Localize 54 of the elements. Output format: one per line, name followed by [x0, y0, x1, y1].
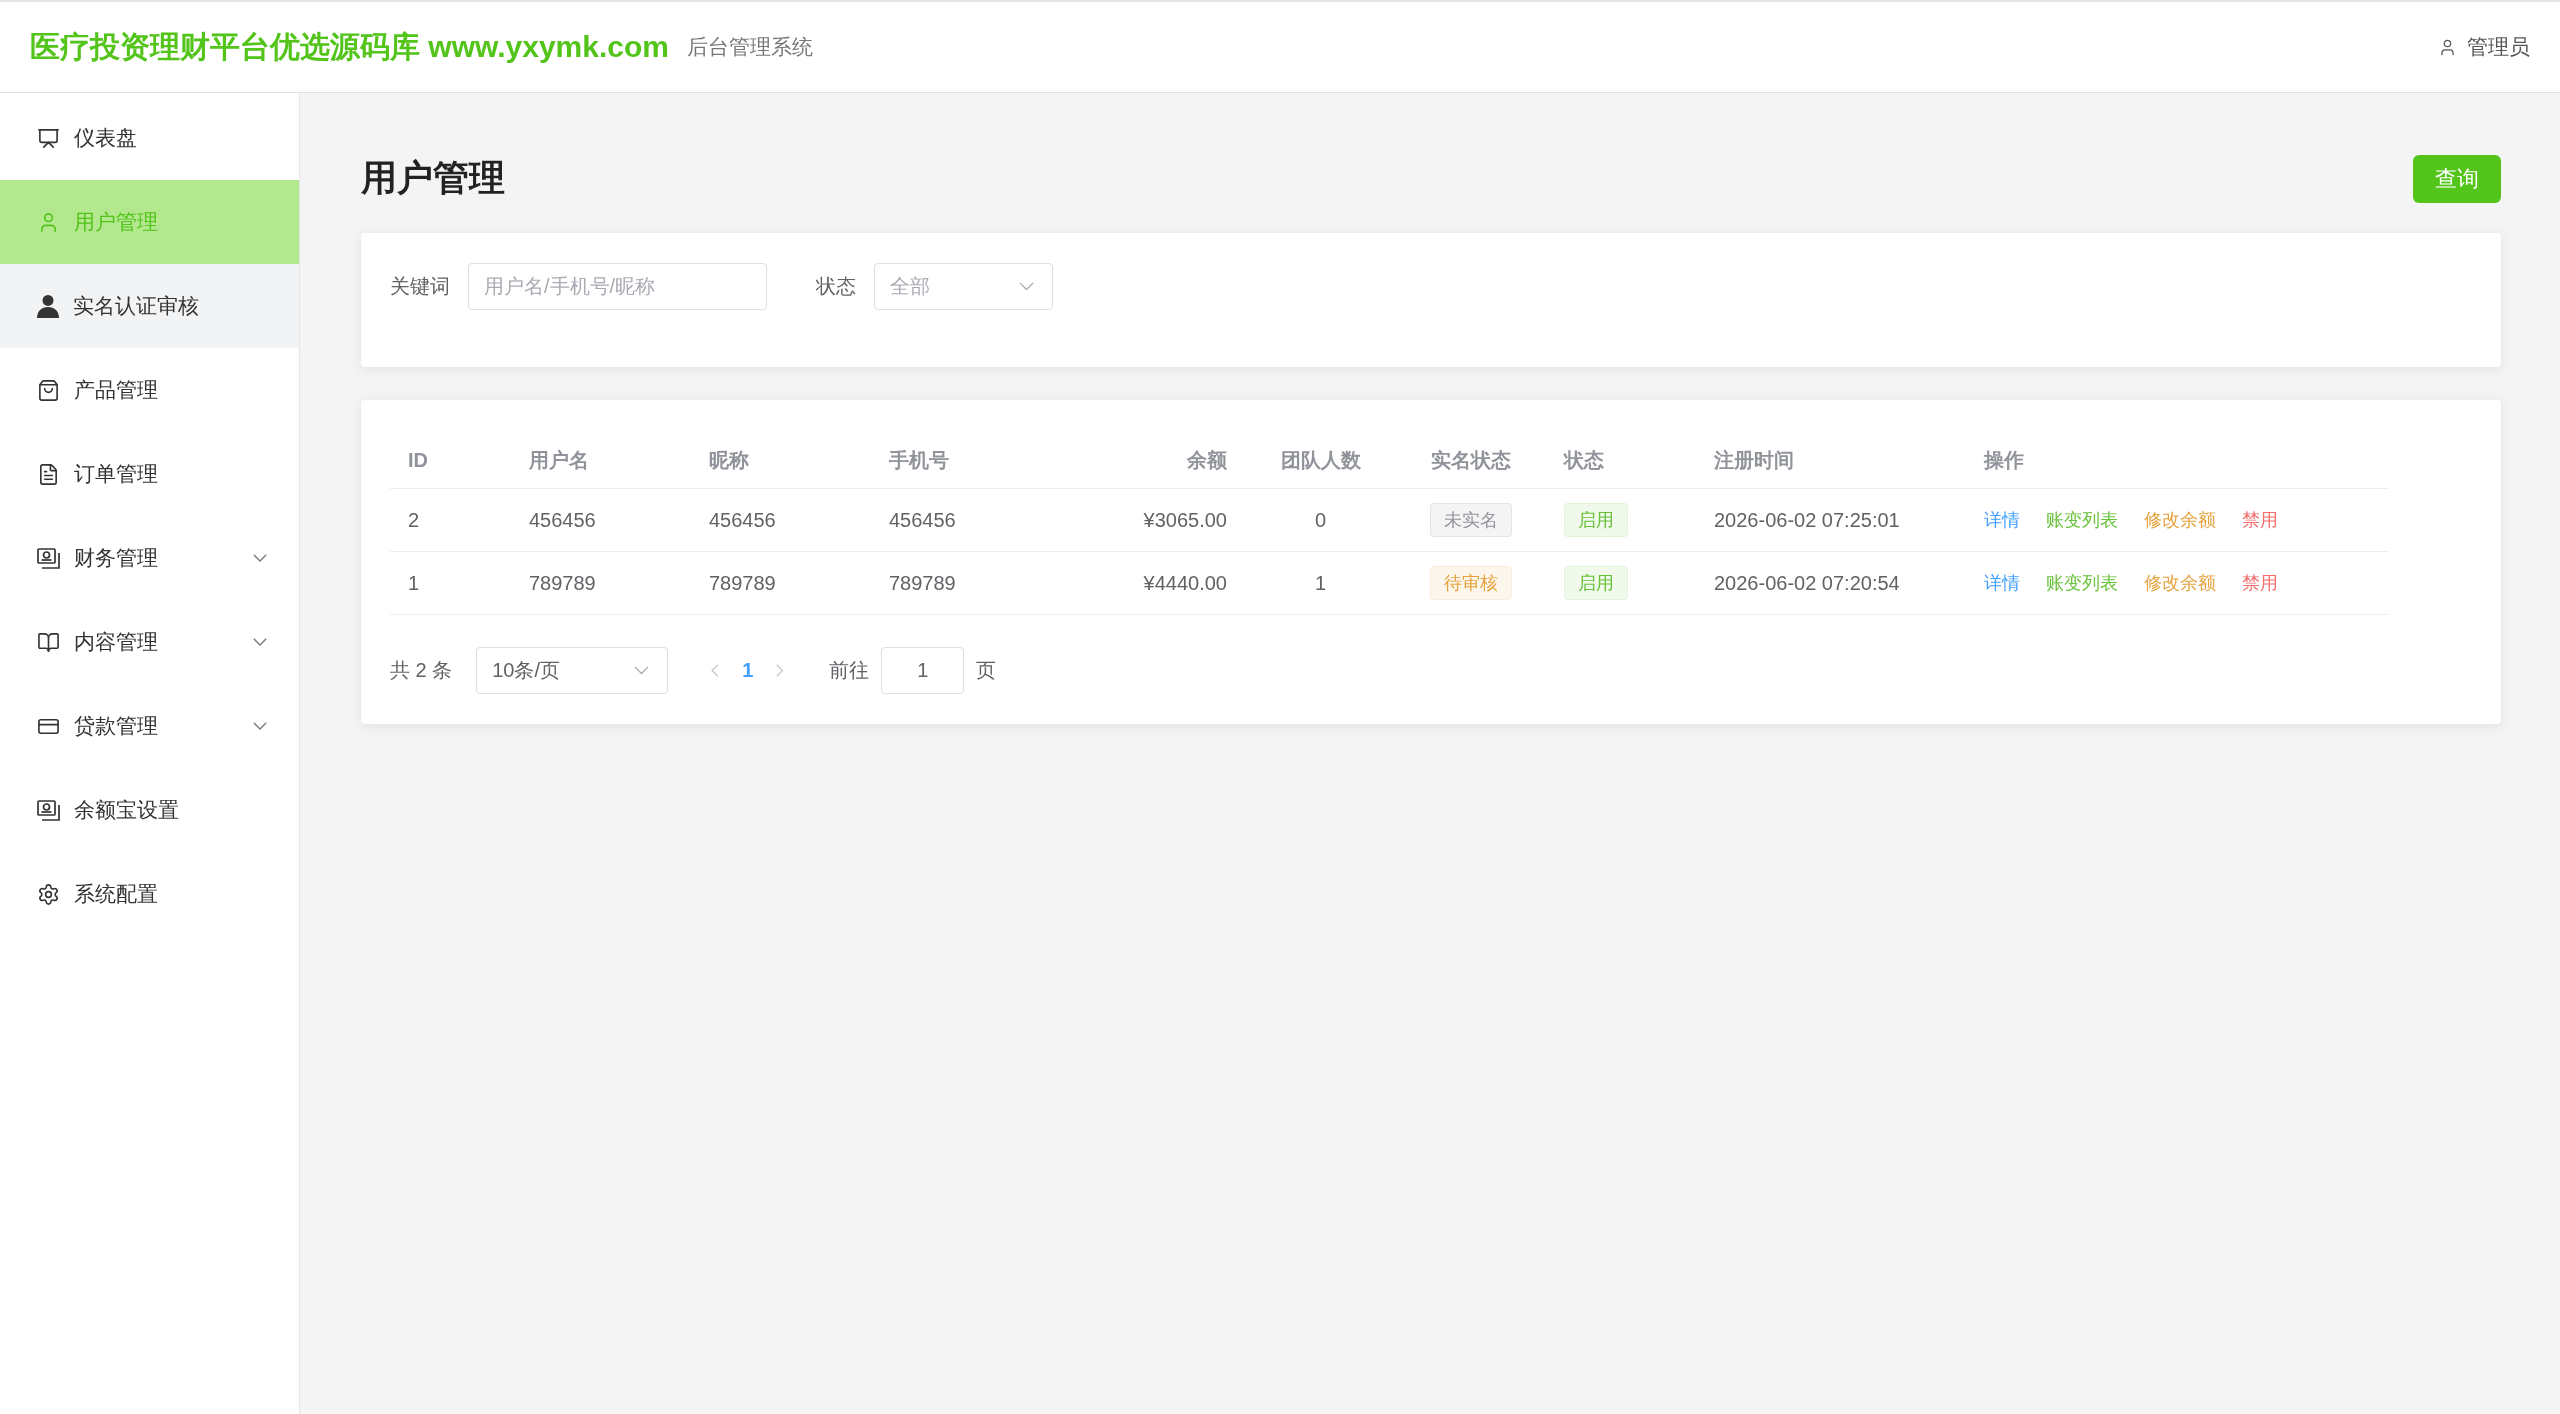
table-cell-text: ¥4440.00 — [1142, 571, 1228, 595]
column-header: 状态 — [1562, 448, 1605, 473]
column-header: 昵称 — [708, 448, 750, 473]
table-cell-text: 789789 — [888, 571, 957, 595]
shopping-bag-icon — [37, 378, 60, 402]
page-suffix: 页 — [976, 658, 997, 683]
user-menu-button[interactable]: 管理员 — [2438, 33, 2530, 61]
column-header: 手机号 — [888, 448, 950, 473]
column-header: 团队人数 — [1279, 448, 1362, 473]
column-header: 注册时间 — [1713, 448, 1795, 473]
table-cell-text: ¥3065.00 — [1142, 508, 1228, 532]
goto-label: 前往 — [829, 658, 870, 683]
chevron-right-icon — [776, 664, 785, 677]
table-cell-text: 1 — [1313, 571, 1328, 595]
column-header: ID — [407, 449, 429, 472]
person-icon — [37, 294, 59, 318]
chevron-left-icon — [711, 664, 720, 677]
status-tag: 启用 — [1564, 503, 1628, 537]
page-input[interactable]: 1 — [881, 647, 965, 694]
table-cell-text: 456456 — [528, 508, 597, 532]
table-cell-text: 456456 — [708, 508, 777, 532]
field-label: 关键词 — [390, 274, 450, 299]
book-icon — [37, 630, 60, 654]
table-cell-text: 1 — [407, 571, 421, 595]
keyword-input[interactable]: 用户名/手机号/昵称 — [468, 263, 767, 310]
chevron-down-icon — [1019, 282, 1034, 291]
table-cell-text: 2 — [407, 508, 421, 532]
column-header: 操作 — [1982, 448, 2025, 473]
sidebar-item[interactable]: 实名认证审核 — [0, 264, 299, 348]
column-header: 余额 — [1186, 448, 1228, 473]
table-cell-text: 2026-06-02 07:20:54 — [1713, 571, 1901, 595]
header-subtitle: 后台管理系统 — [687, 34, 813, 60]
document-icon — [37, 462, 60, 486]
table-cell-text: 456456 — [888, 508, 957, 532]
table-cell-text: 789789 — [708, 571, 777, 595]
table-cell-text: 789789 — [528, 571, 597, 595]
total-count: 共 2 条 — [390, 658, 453, 683]
user-icon — [2438, 37, 2457, 57]
settings-icon — [37, 882, 60, 906]
page-title: 用户管理 — [361, 156, 505, 200]
site-title: 医疗投资理财平台优选源码库 www.yxymk.com — [30, 28, 669, 65]
chevron-down-icon — [634, 666, 650, 675]
table-cell-text: 0 — [1313, 508, 1328, 532]
verification-tag: 未实名 — [1430, 503, 1512, 537]
verification-tag: 待审核 — [1430, 566, 1512, 600]
column-header: 用户名 — [528, 448, 590, 473]
presentation-board-icon — [37, 126, 60, 150]
money-icon — [37, 799, 60, 821]
field-label: 状态 — [816, 274, 856, 299]
column-header: 实名状态 — [1430, 448, 1512, 473]
table-cell-text: 2026-06-02 07:25:01 — [1713, 508, 1901, 532]
status-tag: 启用 — [1564, 566, 1628, 600]
money-icon — [37, 547, 60, 569]
page-size-select[interactable]: 10条/页 — [476, 647, 669, 694]
